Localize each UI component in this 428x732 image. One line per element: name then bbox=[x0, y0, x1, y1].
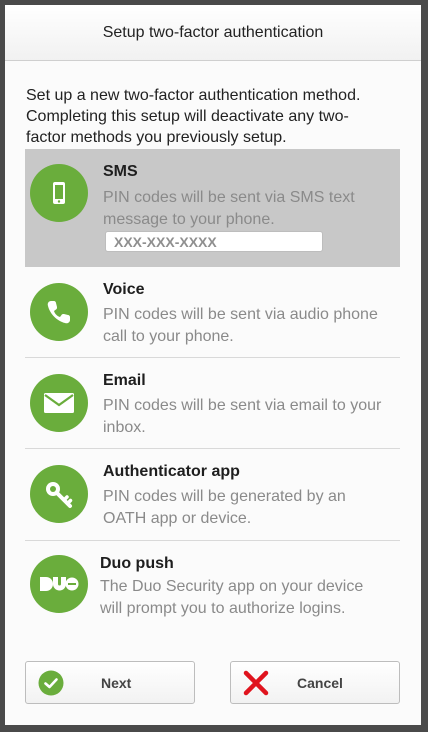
setup-2fa-dialog: Setup two-factor authentication Set up a… bbox=[5, 5, 421, 725]
method-description: PIN codes will be sent via email to your… bbox=[103, 397, 382, 436]
method-title: SMS bbox=[103, 163, 138, 180]
method-description: PIN codes will be generated by an OATH a… bbox=[103, 488, 346, 527]
phone-handset-icon bbox=[30, 283, 88, 341]
key-icon bbox=[30, 465, 88, 523]
phone-number-input[interactable] bbox=[105, 231, 323, 252]
envelope-icon bbox=[30, 374, 88, 432]
method-title: Duo push bbox=[100, 555, 174, 572]
method-description: PIN codes will be sent via SMS text mess… bbox=[103, 189, 355, 228]
method-voice[interactable]: Voice PIN codes will be sent via audio p… bbox=[25, 267, 400, 358]
mobile-phone-icon bbox=[30, 164, 88, 222]
cancel-button-label: Cancel bbox=[297, 675, 343, 691]
method-description: The Duo Security app on your device will… bbox=[100, 578, 364, 617]
method-title: Authenticator app bbox=[103, 463, 240, 480]
dialog-title: Setup two-factor authentication bbox=[102, 23, 324, 41]
method-description: PIN codes will be sent via audio phone c… bbox=[103, 306, 378, 345]
method-duo-push[interactable]: Duo push The Duo Security app on your de… bbox=[25, 541, 400, 631]
intro-text: Set up a new two-factor authentication m… bbox=[26, 87, 361, 146]
method-email[interactable]: Email PIN codes will be sent via email t… bbox=[25, 358, 400, 449]
method-list: SMS PIN codes will be sent via SMS text … bbox=[25, 149, 400, 631]
check-circle-icon bbox=[38, 670, 64, 696]
method-title: Email bbox=[103, 372, 146, 389]
dialog-header: Setup two-factor authentication bbox=[5, 5, 421, 61]
duo-logo-icon bbox=[30, 555, 88, 613]
next-button[interactable]: Next bbox=[25, 661, 195, 704]
next-button-label: Next bbox=[101, 675, 132, 691]
red-x-icon bbox=[243, 670, 269, 696]
method-sms[interactable]: SMS PIN codes will be sent via SMS text … bbox=[25, 149, 400, 267]
cancel-button[interactable]: Cancel bbox=[230, 661, 400, 704]
method-authenticator-app[interactable]: Authenticator app PIN codes will be gene… bbox=[25, 449, 400, 541]
method-title: Voice bbox=[103, 281, 145, 298]
